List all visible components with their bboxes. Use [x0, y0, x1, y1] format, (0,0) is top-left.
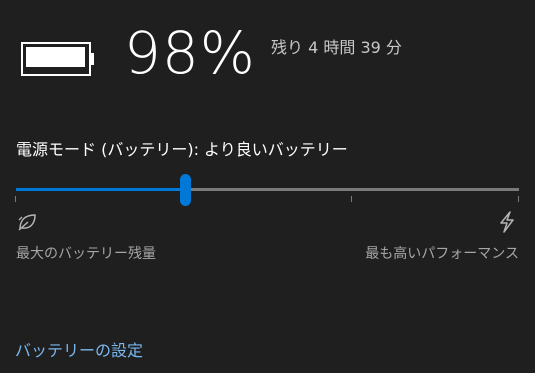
- slider-tick: [15, 196, 16, 202]
- battery-time-remaining: 残り 4 時間 39 分: [271, 38, 402, 57]
- battery-tip: [90, 53, 94, 65]
- power-mode-slider[interactable]: [15, 174, 519, 206]
- slider-tick: [351, 196, 352, 202]
- bolt-icon: [500, 211, 514, 233]
- slider-thumb[interactable]: [180, 174, 191, 206]
- battery-level-fill: [26, 47, 85, 67]
- slider-tick: [518, 196, 519, 202]
- best-performance-label: 最も高いパフォーマンス: [365, 246, 519, 262]
- slider-fill: [16, 188, 185, 191]
- battery-percentage: 98%: [124, 19, 256, 87]
- battery-flyout: 98% 残り 4 時間 39 分 電源モード (バッテリー): より良いバッテリ…: [0, 0, 535, 373]
- battery-icon: [21, 42, 94, 76]
- battery-settings-link[interactable]: バッテリーの設定: [15, 337, 143, 361]
- power-mode-label: 電源モード (バッテリー): より良いバッテリー: [16, 140, 348, 159]
- leaf-icon: [18, 214, 36, 231]
- max-battery-life-label: 最大のバッテリー残量: [16, 246, 156, 262]
